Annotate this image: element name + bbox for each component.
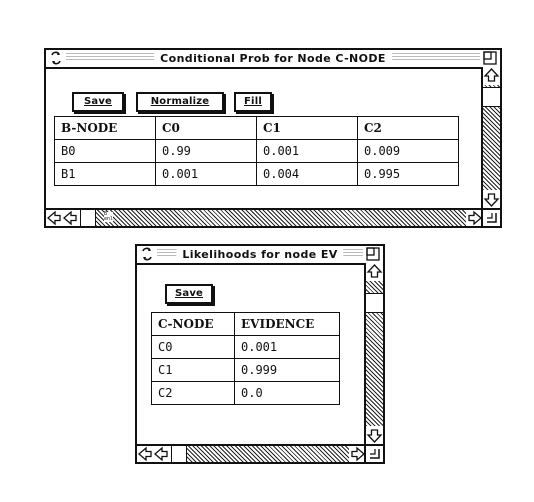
scroll-up-arrow-icon[interactable] [366,263,383,280]
column-header-bnode: B-NODE [54,116,156,140]
table-row: B1 0.001 0.004 0.995 [54,162,459,186]
zoom-box-icon[interactable] [366,247,380,261]
scroll-up-arrow-icon[interactable] [483,67,500,84]
evidence-cell[interactable]: 0.0 [234,381,340,405]
table-row: B0 0.99 0.001 0.009 [54,139,459,163]
scroll-left-arrow-icon[interactable] [137,446,153,462]
grow-box-icon[interactable] [481,210,500,226]
row-label-cell: B0 [54,139,156,163]
horizontal-scrollbar[interactable] [137,444,383,462]
column-header-c1: C1 [256,116,358,140]
table-header-row: B-NODE C0 C1 C2 [54,116,459,140]
zoom-box-icon[interactable] [483,51,497,65]
window2-titlebar[interactable]: Likelihoods for node EV [137,246,383,265]
save-button[interactable]: Save [72,92,124,112]
normalize-button[interactable]: Normalize [136,92,224,112]
row-label-cell: C1 [151,358,235,382]
row-label-cell: C0 [151,335,235,359]
fill-button[interactable]: Fill [234,92,272,112]
scroll-down-arrow-icon[interactable] [483,191,500,208]
table-row: C0 0.001 [151,335,340,359]
horizontal-scroll-thumb[interactable] [80,210,96,226]
column-header-cnode: C-NODE [151,312,235,336]
scroll-left-arrow-icon[interactable] [153,446,169,462]
close-box-icon[interactable] [49,51,63,65]
scroll-left-arrow-icon[interactable] [46,210,62,226]
close-box-icon[interactable] [140,247,154,261]
prob-cell[interactable]: 0.001 [155,162,257,186]
prob-cell[interactable]: 0.009 [357,139,459,163]
evidence-cell[interactable]: 0.999 [234,358,340,382]
column-header-evidence: EVIDENCE [234,312,340,336]
column-header-c0: C0 [155,116,257,140]
horizontal-scrollbar[interactable]: Benl [46,208,500,226]
prob-cell[interactable]: 0.995 [357,162,459,186]
conditional-prob-table: B-NODE C0 C1 C2 B0 0.99 0.001 0.009 B1 0… [54,116,459,186]
evidence-cell[interactable]: 0.001 [234,335,340,359]
window1-titlebar[interactable]: Conditional Prob for Node C-NODE [46,50,500,69]
prob-cell[interactable]: 0.001 [256,139,358,163]
window-title: Likelihoods for node EV [176,246,344,263]
horizontal-scroll-thumb[interactable] [171,446,187,462]
scroll-note: Benl [104,211,114,222]
vertical-scroll-thumb[interactable] [366,293,383,313]
column-header-c2: C2 [357,116,459,140]
table-row: C1 0.999 [151,358,340,382]
grow-box-icon[interactable] [364,446,383,462]
scroll-down-arrow-icon[interactable] [366,427,383,444]
table-row: C2 0.0 [151,381,340,405]
conditional-prob-window: Conditional Prob for Node C-NODE Save No… [44,48,502,228]
window-title: Conditional Prob for Node C-NODE [154,50,392,67]
save-button[interactable]: Save [165,284,213,304]
table-header-row: C-NODE EVIDENCE [151,312,340,336]
likelihoods-table: C-NODE EVIDENCE C0 0.001 C1 0.999 C2 0.0 [151,312,340,405]
vertical-scrollbar[interactable] [364,263,383,444]
vertical-scroll-thumb[interactable] [483,87,500,107]
scroll-left-arrow-icon[interactable] [62,210,78,226]
prob-cell[interactable]: 0.99 [155,139,257,163]
likelihoods-window: Likelihoods for node EV Save C-NODE EVID… [135,244,385,464]
vertical-scrollbar[interactable] [481,67,500,208]
row-label-cell: C2 [151,381,235,405]
prob-cell[interactable]: 0.004 [256,162,358,186]
row-label-cell: B1 [54,162,156,186]
